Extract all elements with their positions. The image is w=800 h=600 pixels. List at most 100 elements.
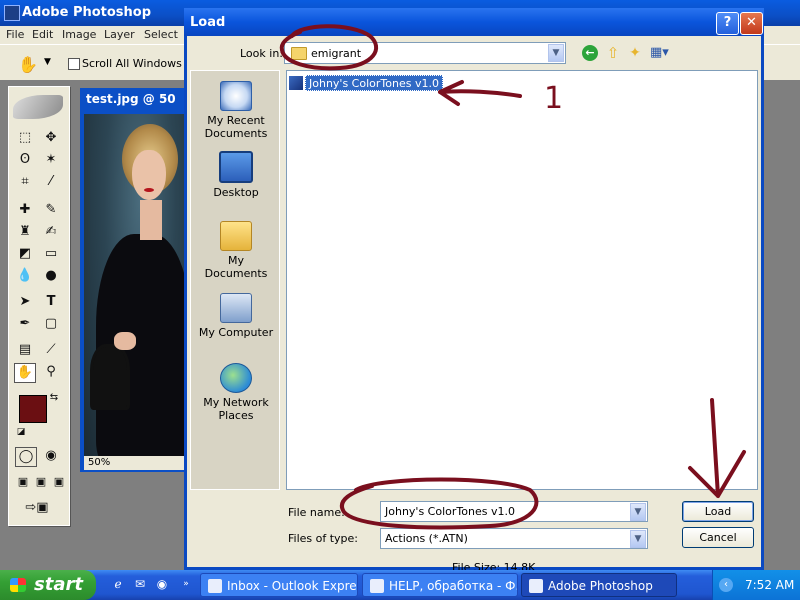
lasso-tool-icon[interactable]: ʘ: [15, 151, 35, 169]
file-type-dropdown[interactable]: Actions (*.ATN) ▼: [380, 528, 648, 549]
new-folder-icon[interactable]: ✦: [626, 44, 644, 62]
dialog-title: Load: [190, 15, 226, 30]
cancel-button[interactable]: Cancel: [682, 527, 754, 548]
chevron-down-icon[interactable]: ▼: [630, 530, 646, 548]
screen-mode-standard-icon[interactable]: ▣: [13, 473, 33, 491]
hand-tool-active-icon[interactable]: ✋: [14, 363, 36, 383]
place-desktop[interactable]: Desktop: [195, 151, 277, 199]
foreground-color-swatch[interactable]: [19, 395, 47, 423]
tool-preset-arrow-icon[interactable]: ▼: [44, 57, 51, 67]
load-dialog-titlebar[interactable]: Load ? ✕: [184, 8, 764, 36]
outlook-icon: [208, 579, 222, 593]
path-selection-tool-icon[interactable]: ➤: [15, 293, 35, 311]
gradient-tool-icon[interactable]: ▭: [41, 245, 61, 263]
crop-tool-icon[interactable]: ⌗: [15, 173, 35, 191]
photoshop-title: Adobe Photoshop: [22, 5, 152, 20]
back-arrow-icon[interactable]: ←: [582, 45, 598, 61]
file-name-field[interactable]: Johny's ColorTones v1.0 ▼: [380, 501, 648, 522]
folder-icon: [291, 47, 307, 60]
photo-handbag: [90, 344, 130, 410]
type-tool-icon[interactable]: T: [41, 293, 61, 311]
clone-stamp-tool-icon[interactable]: ♜: [15, 223, 35, 241]
place-recent-documents[interactable]: My Recent Documents: [195, 81, 277, 140]
help-button[interactable]: ?: [716, 12, 739, 35]
photo-face: [132, 150, 166, 200]
chevron-down-icon[interactable]: ▼: [630, 503, 646, 521]
menu-edit[interactable]: Edit: [32, 28, 53, 41]
quick-mask-mode-icon[interactable]: ◉: [41, 447, 61, 465]
eyedropper-tool-icon[interactable]: ⟋: [41, 341, 61, 359]
quicklaunch-overflow-icon[interactable]: »: [178, 576, 194, 592]
menu-image[interactable]: Image: [62, 28, 96, 41]
file-name-label: File name:: [288, 506, 345, 519]
zoom-level[interactable]: 50%: [88, 457, 110, 468]
load-button[interactable]: Load: [682, 501, 754, 522]
task-help-forum[interactable]: HELP, обработка - Ф...: [362, 573, 518, 597]
task-adobe-photoshop[interactable]: Adobe Photoshop: [521, 573, 677, 597]
photo-hand: [114, 332, 136, 350]
eraser-tool-icon[interactable]: ◩: [15, 245, 35, 263]
pen-tool-icon[interactable]: ✒: [15, 315, 35, 333]
system-tray: ‹ 7:52 AM: [712, 570, 800, 600]
document-canvas-photo[interactable]: [84, 114, 186, 456]
file-type-label: Files of type:: [288, 532, 359, 545]
photo-neck: [140, 200, 162, 240]
marquee-tool-icon[interactable]: ⬚: [15, 129, 35, 147]
screen-mode-menubar-icon[interactable]: ▣: [31, 473, 51, 491]
look-in-value: emigrant: [311, 47, 362, 60]
place-network-places[interactable]: My Network Places: [195, 363, 277, 422]
place-my-computer[interactable]: My Computer: [195, 293, 277, 339]
scroll-all-windows-checkbox[interactable]: [68, 58, 80, 70]
outlook-quicklaunch-icon[interactable]: ✉: [132, 576, 148, 592]
list-item[interactable]: Johny's ColorTones v1.0: [289, 75, 443, 91]
slice-tool-icon[interactable]: ⁄: [41, 173, 61, 191]
start-button[interactable]: start: [0, 570, 96, 600]
desktop-icon: [219, 151, 253, 183]
media-quicklaunch-icon[interactable]: ◉: [154, 576, 170, 592]
task-outlook-express[interactable]: Inbox - Outlook Express: [200, 573, 358, 597]
my-computer-icon: [220, 293, 252, 323]
photoshop-logo-icon: [4, 5, 20, 21]
notes-tool-icon[interactable]: ▤: [15, 341, 35, 359]
shape-tool-icon[interactable]: ▢: [41, 315, 61, 333]
toolbox: ⬚ ✥ ʘ ✶ ⌗ ⁄ ✚ ✎ ♜ ✍ ◩ ▭ 💧 ● ➤ T ✒ ▢ ▤ ⟋ …: [8, 86, 70, 526]
place-my-documents[interactable]: My Documents: [195, 221, 277, 280]
move-tool-icon[interactable]: ✥: [41, 129, 61, 147]
close-button[interactable]: ✕: [740, 12, 763, 35]
action-file-icon: [289, 76, 303, 90]
photoshop-icon: [529, 579, 543, 593]
look-in-dropdown[interactable]: emigrant ▼: [284, 42, 566, 64]
scroll-all-windows-label: Scroll All Windows: [82, 57, 182, 70]
menu-file[interactable]: File: [6, 28, 24, 41]
zoom-tool-icon[interactable]: ⚲: [41, 363, 61, 381]
windows-flag-icon: [10, 578, 26, 592]
blur-tool-icon[interactable]: 💧: [15, 267, 35, 285]
clock[interactable]: 7:52 AM: [745, 578, 794, 592]
magic-wand-tool-icon[interactable]: ✶: [41, 151, 61, 169]
photoshop-feather-logo-icon: [13, 95, 63, 119]
photo-lips: [144, 188, 154, 192]
file-list[interactable]: [286, 70, 758, 490]
screen-mode-full-icon[interactable]: ▣: [49, 473, 69, 491]
jump-to-imageready-icon[interactable]: ⇨▣: [15, 499, 59, 517]
view-menu-icon[interactable]: ▦▾: [650, 45, 674, 61]
menu-select[interactable]: Select: [144, 28, 178, 41]
brush-tool-icon[interactable]: ✎: [41, 201, 61, 219]
menu-layer[interactable]: Layer: [104, 28, 135, 41]
chevron-down-icon[interactable]: ▼: [548, 44, 564, 62]
swap-colors-icon[interactable]: ⇆: [47, 389, 61, 407]
look-in-label: Look in:: [240, 47, 283, 60]
tray-expand-icon[interactable]: ‹: [719, 578, 733, 592]
up-folder-icon[interactable]: ⇧: [604, 44, 622, 62]
dodge-tool-icon[interactable]: ●: [41, 267, 61, 285]
ie-quicklaunch-icon[interactable]: ℯ: [110, 576, 126, 592]
default-colors-icon[interactable]: ◪: [15, 423, 27, 441]
healing-brush-tool-icon[interactable]: ✚: [15, 201, 35, 219]
hand-tool-icon[interactable]: ✋: [18, 55, 38, 74]
recent-documents-icon: [220, 81, 252, 111]
document-window[interactable]: test.jpg @ 50 50%: [80, 88, 190, 472]
standard-mode-icon[interactable]: ◯: [15, 447, 37, 467]
history-brush-tool-icon[interactable]: ✍: [41, 223, 61, 241]
file-name: Johny's ColorTones v1.0: [305, 75, 443, 91]
places-bar: My Recent Documents Desktop My Documents…: [190, 70, 280, 490]
